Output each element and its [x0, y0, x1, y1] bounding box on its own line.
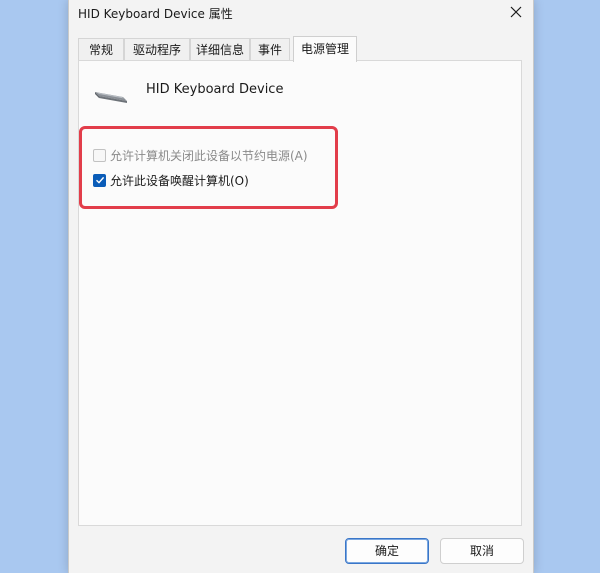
cancel-button[interactable]: 取消 — [440, 538, 524, 564]
allow-power-off-option[interactable]: 允许计算机关闭此设备以节约电源(A) — [93, 146, 308, 164]
tab-driver[interactable]: 驱动程序 — [124, 38, 190, 60]
title-bar[interactable]: HID Keyboard Device 属性 — [69, 0, 533, 26]
allow-power-off-label: 允许计算机关闭此设备以节约电源(A) — [110, 148, 308, 163]
properties-dialog: HID Keyboard Device 属性 常规 驱动程序 详细信息 事件 电… — [68, 0, 534, 573]
allow-wake-checkbox[interactable] — [93, 173, 106, 187]
allow-wake-label: 允许此设备唤醒计算机(O) — [110, 173, 249, 188]
power-management-panel: HID Keyboard Device 允许计算机关闭此设备以节约电源(A) 允… — [78, 60, 522, 526]
device-name: HID Keyboard Device — [146, 82, 284, 97]
tab-power-management[interactable]: 电源管理 — [293, 36, 357, 62]
tab-details[interactable]: 详细信息 — [190, 38, 250, 60]
allow-power-off-checkbox[interactable] — [93, 148, 106, 162]
close-button[interactable] — [499, 0, 533, 26]
tab-general[interactable]: 常规 — [78, 38, 124, 60]
allow-wake-option[interactable]: 允许此设备唤醒计算机(O) — [93, 171, 249, 189]
ok-button[interactable]: 确定 — [345, 538, 429, 564]
window-title: HID Keyboard Device 属性 — [78, 7, 233, 21]
highlight-annotation — [79, 126, 338, 209]
close-icon — [510, 6, 522, 18]
keyboard-icon — [95, 92, 127, 103]
tab-events[interactable]: 事件 — [250, 38, 290, 60]
checkmark-icon — [95, 176, 104, 184]
